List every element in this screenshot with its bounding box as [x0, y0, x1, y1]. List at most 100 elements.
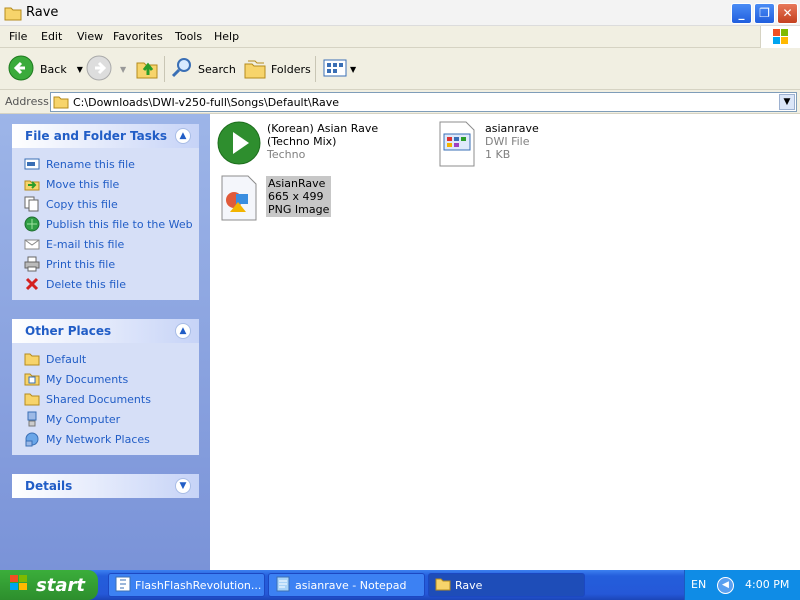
taskbar-rave[interactable]: Rave	[428, 573, 585, 597]
address-bar: Address C:\Downloads\DWI-v250-full\Songs…	[0, 90, 800, 114]
computer-icon	[24, 411, 40, 427]
views-button[interactable]: ▼	[323, 54, 356, 84]
dwi-file-icon	[436, 120, 478, 171]
start-label: start	[36, 574, 85, 596]
clock: 4:00 PM	[745, 578, 790, 591]
folders-button[interactable]: Folders	[243, 54, 311, 84]
task-delete[interactable]: Delete this file	[24, 274, 199, 294]
maximize-button[interactable]: ❐	[754, 3, 775, 24]
search-button[interactable]: Search	[170, 54, 236, 84]
task-label: Publish this file to the Web	[46, 217, 193, 231]
png-image-icon	[218, 174, 260, 225]
menu-favorites[interactable]: Favorites	[113, 30, 163, 43]
views-icon	[323, 58, 347, 81]
forward-dropdown-icon[interactable]: ▼	[120, 65, 126, 74]
forward-arrow-icon	[86, 55, 112, 84]
back-label: Back	[40, 62, 67, 76]
folder-icon	[53, 95, 69, 112]
title-bar: Rave _ ❐ ✕	[0, 0, 800, 26]
taskbar-flash-app[interactable]: FlashFlashRevolution...	[108, 573, 265, 597]
panel-title: Other Places	[25, 324, 112, 338]
taskbar-notepad[interactable]: asianrave - Notepad	[268, 573, 425, 597]
file-size: 1 KB	[485, 148, 511, 161]
place-my-documents[interactable]: My Documents	[24, 369, 199, 389]
menu-edit[interactable]: Edit	[41, 30, 62, 43]
collapse-chevron-icon[interactable]: ▲	[175, 323, 191, 339]
file-tasks-list: Rename this file Move this file Copy thi…	[12, 148, 199, 300]
file-name: asianrave	[485, 122, 539, 135]
windows-logo-icon	[760, 26, 800, 48]
file-genre: Techno	[267, 148, 306, 161]
back-arrow-icon	[8, 55, 34, 84]
publish-icon	[24, 216, 40, 232]
file-folder-tasks-header[interactable]: File and Folder Tasks ▲	[12, 124, 199, 148]
toolbar-separator	[164, 56, 165, 82]
folder-icon	[435, 577, 451, 594]
details-panel: Details ▼	[12, 474, 199, 498]
place-my-computer[interactable]: My Computer	[24, 409, 199, 429]
folder-icon	[24, 351, 40, 367]
task-label: Move this file	[46, 177, 120, 191]
task-label: Print this file	[46, 257, 116, 271]
other-places-panel: Other Places ▲ Default My Documents Shar…	[12, 319, 199, 455]
rename-icon	[24, 156, 40, 172]
delete-icon	[24, 276, 40, 292]
email-icon	[24, 236, 40, 252]
file-item-png[interactable]: AsianRave 665 x 499 PNG Image	[218, 174, 418, 224]
tray-expand-chevron-icon[interactable]: ◀	[717, 577, 734, 594]
notepad-icon	[275, 576, 291, 595]
file-list-view: (Korean) Asian Rave (Techno Mix) Techno …	[210, 114, 800, 570]
start-button[interactable]: start	[0, 570, 98, 600]
other-places-header[interactable]: Other Places ▲	[12, 319, 199, 343]
my-documents-icon	[24, 371, 40, 387]
file-type: PNG Image	[268, 203, 330, 216]
search-label: Search	[198, 62, 236, 76]
forward-button[interactable]: ▼	[86, 54, 126, 84]
menu-help[interactable]: Help	[214, 30, 239, 43]
taskbar-label: FlashFlashRevolution...	[135, 578, 262, 592]
task-print[interactable]: Print this file	[24, 254, 199, 274]
task-move[interactable]: Move this file	[24, 174, 199, 194]
file-name: AsianRave	[268, 177, 326, 190]
task-publish[interactable]: Publish this file to the Web	[24, 214, 199, 234]
place-my-network[interactable]: My Network Places	[24, 429, 199, 449]
panel-title: File and Folder Tasks	[25, 129, 168, 143]
up-folder-icon	[135, 56, 159, 83]
place-default[interactable]: Default	[24, 349, 199, 369]
task-label: Rename this file	[46, 157, 135, 171]
details-header[interactable]: Details ▼	[12, 474, 199, 498]
language-indicator[interactable]: EN	[691, 578, 706, 591]
toolbar-separator	[315, 56, 316, 82]
close-button[interactable]: ✕	[777, 3, 798, 24]
task-label: E-mail this file	[46, 237, 125, 251]
place-label: My Computer	[46, 412, 121, 426]
file-type: DWI File	[485, 135, 530, 148]
place-shared-documents[interactable]: Shared Documents	[24, 389, 199, 409]
menu-file[interactable]: File	[9, 30, 27, 43]
address-path: C:\Downloads\DWI-v250-full\Songs\Default…	[73, 96, 340, 109]
file-item-mp3[interactable]: (Korean) Asian Rave (Techno Mix) Techno	[216, 120, 416, 170]
task-label: Copy this file	[46, 197, 118, 211]
system-tray: EN ◀ 4:00 PM	[684, 570, 800, 600]
task-email[interactable]: E-mail this file	[24, 234, 199, 254]
expand-chevron-icon[interactable]: ▼	[175, 478, 191, 494]
taskbar-label: Rave	[455, 578, 483, 592]
folders-icon	[243, 56, 267, 83]
file-item-dwi[interactable]: asianrave DWI File 1 KB	[436, 120, 636, 170]
up-folder-button[interactable]	[135, 54, 159, 84]
place-label: Shared Documents	[46, 392, 151, 406]
task-copy[interactable]: Copy this file	[24, 194, 199, 214]
menu-view[interactable]: View	[77, 30, 103, 43]
task-rename[interactable]: Rename this file	[24, 154, 199, 174]
address-input[interactable]: C:\Downloads\DWI-v250-full\Songs\Default…	[50, 92, 797, 112]
folder-icon	[4, 5, 22, 24]
task-label: Delete this file	[46, 277, 126, 291]
address-dropdown-icon[interactable]: ▼	[779, 94, 795, 110]
minimize-button[interactable]: _	[731, 3, 752, 24]
folder-icon	[24, 391, 40, 407]
file-selection: AsianRave 665 x 499 PNG Image	[266, 176, 332, 217]
back-dropdown-icon[interactable]: ▼	[77, 65, 83, 74]
back-button[interactable]: Back ▼	[8, 54, 83, 84]
menu-tools[interactable]: Tools	[175, 30, 202, 43]
collapse-chevron-icon[interactable]: ▲	[175, 128, 191, 144]
